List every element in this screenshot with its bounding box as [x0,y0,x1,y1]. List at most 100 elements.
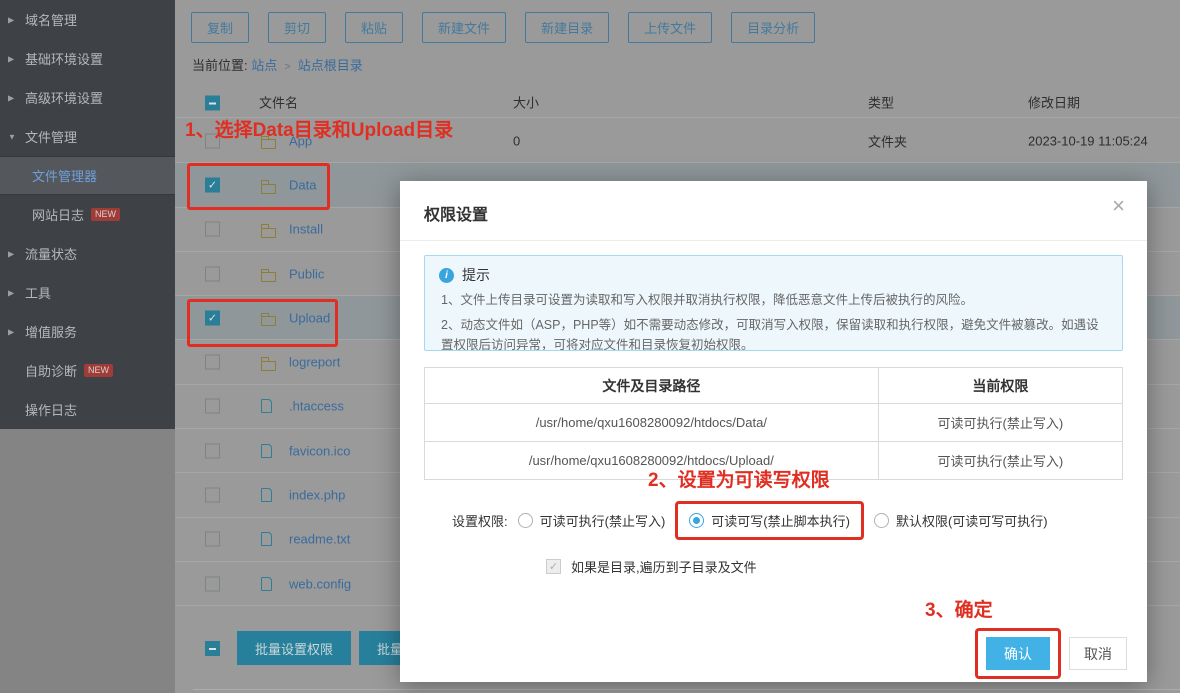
sidebar-item-label: 流量状态 [25,244,77,263]
column-header: 类型 [868,92,894,111]
new-file-button[interactable]: 新建文件 [422,12,506,43]
annotation-step2: 2、设置为可读写权限 [648,465,830,492]
sidebar-item-label: 文件管理 [25,127,77,146]
sidebar-item-traffic-status[interactable]: ▶ 流量状态 [0,234,175,273]
sidebar-item-basic-env-settings[interactable]: ▶ 基础环境设置 [0,39,175,78]
sidebar-item-label: 基础环境设置 [25,49,103,68]
file-name[interactable]: favicon.ico [289,443,350,458]
row-checkbox[interactable] [205,443,220,458]
sidebar-item-label: 操作日志 [25,400,77,419]
sidebar-item-site-logs[interactable]: 网站日志NEW [0,195,175,234]
radio-label: 可读可执行(禁止写入) [540,511,666,530]
sidebar-item-operation-logs[interactable]: 操作日志 [0,390,175,429]
checkbox-checked-disabled[interactable] [546,559,561,574]
sidebar: ▶域名管理▶基础环境设置▶高级环境设置▼文件管理文件管理器网站日志NEW▶流量状… [0,0,175,693]
new-directory-button[interactable]: 新建目录 [525,12,609,43]
toolbar: 复制剪切粘贴新建文件新建目录上传文件目录分析 [191,12,815,43]
radio-label: 默认权限(可读可写可执行) [896,511,1048,530]
permission-radio-group: 设置权限: 可读可执行(禁止写入)可读可写(禁止脚本执行)默认权限(可读可写可执… [452,496,1048,545]
column-header: 修改日期 [1028,92,1080,111]
chevron-right-icon: ▶ [8,327,14,336]
row-checkbox[interactable] [205,576,220,591]
row-checkbox[interactable] [205,266,220,281]
sidebar-item-file-management[interactable]: ▼ 文件管理 [0,117,175,156]
folder-icon [261,272,276,282]
upload-file-button[interactable]: 上传文件 [628,12,712,43]
file-name[interactable]: web.config [289,576,351,591]
sidebar-item-self-diagnosis[interactable]: 自助诊断NEW [0,351,175,390]
batch-set-permissions-button[interactable]: 批量设置权限 [237,631,351,665]
row-checkbox[interactable] [205,399,220,414]
radio-button-selected[interactable] [689,513,704,528]
permission-column-header: 当前权限 [878,368,1122,404]
permission-current: 可读可执行(禁止写入) [878,404,1122,442]
folder-icon [261,361,276,371]
annotation-step3: 3、确定 [925,595,993,622]
annotation-box-radio: 可读可写(禁止脚本执行) [675,501,864,540]
breadcrumb-link[interactable]: 站点 [251,58,277,73]
file-name[interactable]: .htaccess [289,399,344,414]
column-header: 文件名 [259,92,298,111]
file-name[interactable]: logreport [289,355,340,370]
copy-button[interactable]: 复制 [191,12,249,43]
breadcrumb: 当前位置: 站点>站点根目录 [192,55,363,74]
recurse-checkbox[interactable]: 如果是目录,遍历到子目录及文件 [546,557,757,576]
dialog-title: 权限设置 [424,201,488,225]
row-checkbox[interactable] [205,355,220,370]
sidebar-item-label: 域名管理 [25,10,77,29]
radio-read-execute[interactable]: 可读可执行(禁止写入) [518,511,666,530]
file-manager-screen: ▶域名管理▶基础环境设置▶高级环境设置▼文件管理文件管理器网站日志NEW▶流量状… [0,0,1180,693]
sidebar-item-label: 高级环境设置 [25,88,103,107]
dialog-footer: 确认 取消 [975,628,1127,679]
file-icon [261,444,272,458]
sidebar-item-tools[interactable]: ▶工具 [0,273,175,312]
select-all-checkbox-bottom[interactable] [205,641,220,656]
file-icon [261,399,272,413]
radio-button[interactable] [874,513,889,528]
sidebar-item-value-added-services[interactable]: ▶增值服务 [0,312,175,351]
tip-title: 提示 [462,265,490,285]
permission-table: 文件及目录路径当前权限 /usr/home/qxu1608280092/htdo… [424,367,1123,480]
annotation-box-upload-row [187,299,338,347]
radio-read-write[interactable]: 可读可写(禁止脚本执行) [689,511,850,530]
folder-icon [261,228,276,238]
chevron-right-icon: ▶ [8,54,14,63]
sidebar-menu: ▶域名管理▶基础环境设置▶高级环境设置▼文件管理文件管理器网站日志NEW▶流量状… [0,0,175,429]
annotation-step1: 1、选择Data目录和Upload目录 [185,115,453,142]
divider [400,240,1147,241]
radio-button[interactable] [518,513,533,528]
row-checkbox[interactable] [205,532,220,547]
file-name[interactable]: Install [289,222,323,237]
file-name[interactable]: readme.txt [289,532,350,547]
file-type: 文件夹 [868,131,907,150]
cancel-button[interactable]: 取消 [1069,637,1127,670]
sidebar-item-advanced-env-settings[interactable]: ▶高级环境设置 [0,78,175,117]
sidebar-item-label: 自助诊断 [25,361,77,380]
cut-button[interactable]: 剪切 [268,12,326,43]
tip-line: 2、动态文件如（ASP，PHP等）如不需要动态修改，可取消写入权限，保留读取和执… [439,315,1108,351]
chevron-down-icon: ▼ [8,132,16,141]
sidebar-item-label: 文件管理器 [32,166,97,185]
row-checkbox[interactable] [205,488,220,503]
directory-analysis-button[interactable]: 目录分析 [731,12,815,43]
file-name[interactable]: Public [289,266,324,281]
paste-button[interactable]: 粘贴 [345,12,403,43]
file-icon [261,532,272,546]
close-icon[interactable]: × [1112,195,1125,217]
tip-box: i 提示 1、文件上传目录可设置为读取和写入权限并取消执行权限，降低恶意文件上传… [424,255,1123,351]
file-icon [261,577,272,591]
sidebar-item-domain-management[interactable]: ▶域名管理 [0,0,175,39]
radio-default-perms[interactable]: 默认权限(可读可写可执行) [874,511,1048,530]
chevron-right-icon: ▶ [8,249,14,258]
file-name[interactable]: index.php [289,488,345,503]
sidebar-item-file-manager[interactable]: 文件管理器 [0,156,175,195]
permission-column-header: 文件及目录路径 [425,368,879,404]
sidebar-item-label: 网站日志 [32,205,84,224]
row-checkbox[interactable] [205,222,220,237]
recurse-checkbox-label: 如果是目录,遍历到子目录及文件 [571,557,757,576]
confirm-button[interactable]: 确认 [986,637,1050,670]
select-all-checkbox[interactable] [205,95,220,110]
breadcrumb-link[interactable]: 站点根目录 [298,58,363,73]
breadcrumb-prefix: 当前位置: [192,58,251,73]
info-icon: i [439,268,454,283]
